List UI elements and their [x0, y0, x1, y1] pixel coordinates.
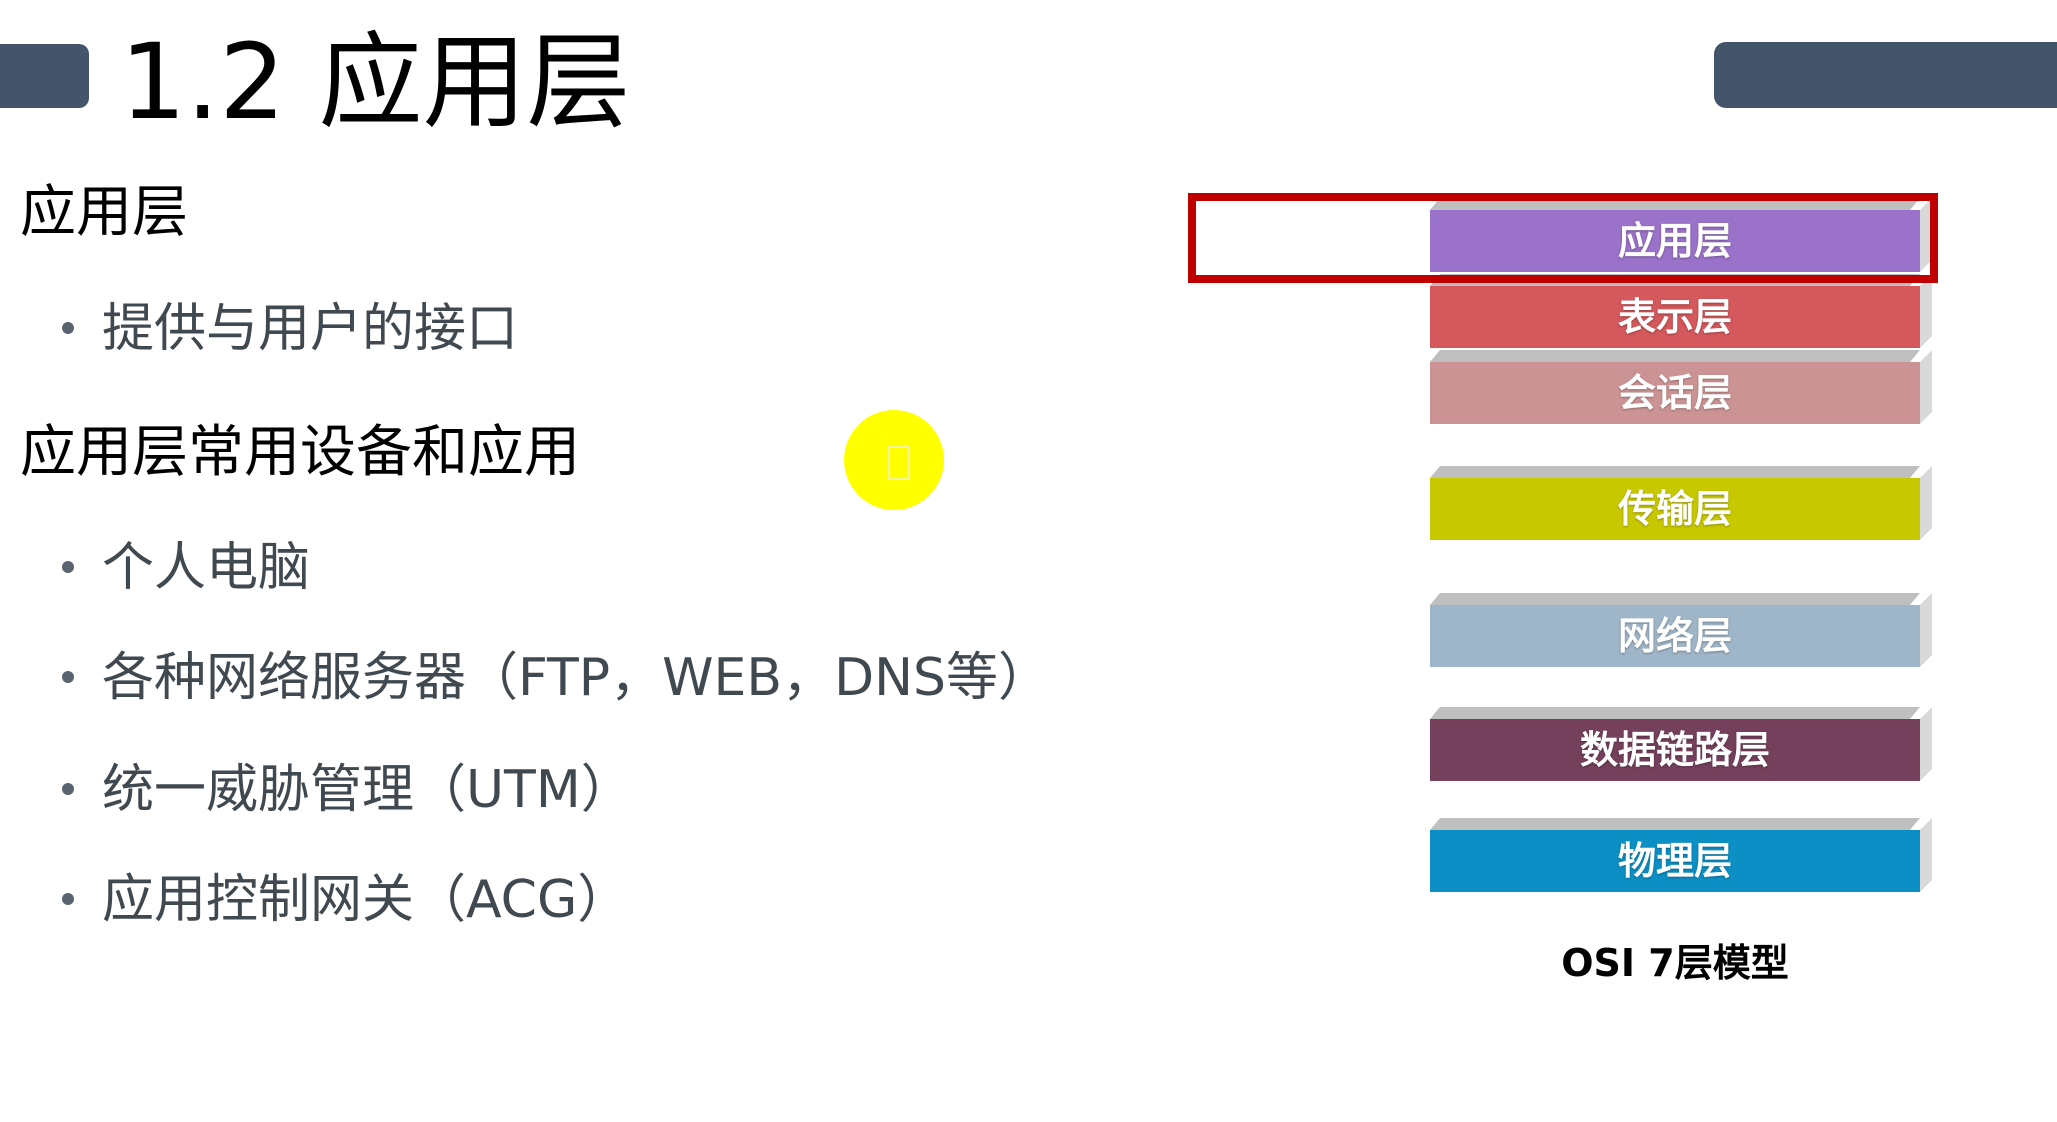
bullet-text: 各种网络服务器（FTP，WEB，DNS等） [102, 648, 1051, 708]
osi-layer-label: 网络层 [1617, 614, 1732, 658]
bullet-dot-icon [62, 671, 74, 683]
bullet-item: 提供与用户的接口 [62, 296, 518, 362]
bullet-item: 应用控制网关（ACG） [62, 867, 629, 933]
title-bar-left-accent [0, 44, 89, 108]
bullet-item: 个人电脑 [62, 535, 310, 601]
title-bar-right-accent [1714, 42, 2057, 108]
bullet-text: 提供与用户的接口 [102, 299, 519, 359]
bullet-text: 个人电脑 [102, 538, 311, 598]
bullet-item: 各种网络服务器（FTP，WEB，DNS等） [62, 645, 1050, 711]
bullet-dot-icon [62, 561, 74, 573]
osi-layer-label: 应用层 [1617, 219, 1732, 263]
section-heading-application-layer: 应用层 [20, 180, 188, 245]
osi-layer-label: 物理层 [1617, 839, 1732, 883]
bullet-dot-icon [62, 783, 74, 795]
osi-layer-2: 表示层 [1430, 286, 1920, 348]
bullet-dot-icon [62, 893, 74, 905]
bullet-dot-icon [62, 322, 74, 334]
bullet-item: 统一威胁管理（UTM） [62, 757, 633, 823]
osi-model-caption: OSI 7层模型 [1561, 941, 1789, 985]
osi-layer-6: 数据链路层 [1430, 719, 1920, 781]
cursor-glyph-icon [888, 446, 910, 480]
pointer-highlight-icon [844, 410, 944, 510]
osi-layer-label: 会话层 [1617, 371, 1732, 415]
osi-layer-7: 物理层 [1430, 830, 1920, 892]
highlight-box-application-layer [1188, 193, 1938, 283]
bullet-text: 应用控制网关（ACG） [102, 870, 630, 930]
osi-layer-4: 传输层 [1430, 478, 1920, 540]
bullet-text: 统一威胁管理（UTM） [102, 760, 633, 820]
osi-layer-3: 会话层 [1430, 362, 1920, 424]
osi-layer-label: 数据链路层 [1579, 728, 1770, 772]
osi-layer-5: 网络层 [1430, 605, 1920, 667]
section-heading-devices: 应用层常用设备和应用 [20, 420, 580, 485]
slide: 1.2 应用层 应用层 提供与用户的接口 应用层常用设备和应用 个人电脑 各种网… [0, 0, 2057, 1122]
osi-layer-label: 传输层 [1617, 487, 1732, 531]
slide-title: 1.2 应用层 [120, 21, 631, 143]
osi-layer-label: 表示层 [1617, 295, 1732, 339]
